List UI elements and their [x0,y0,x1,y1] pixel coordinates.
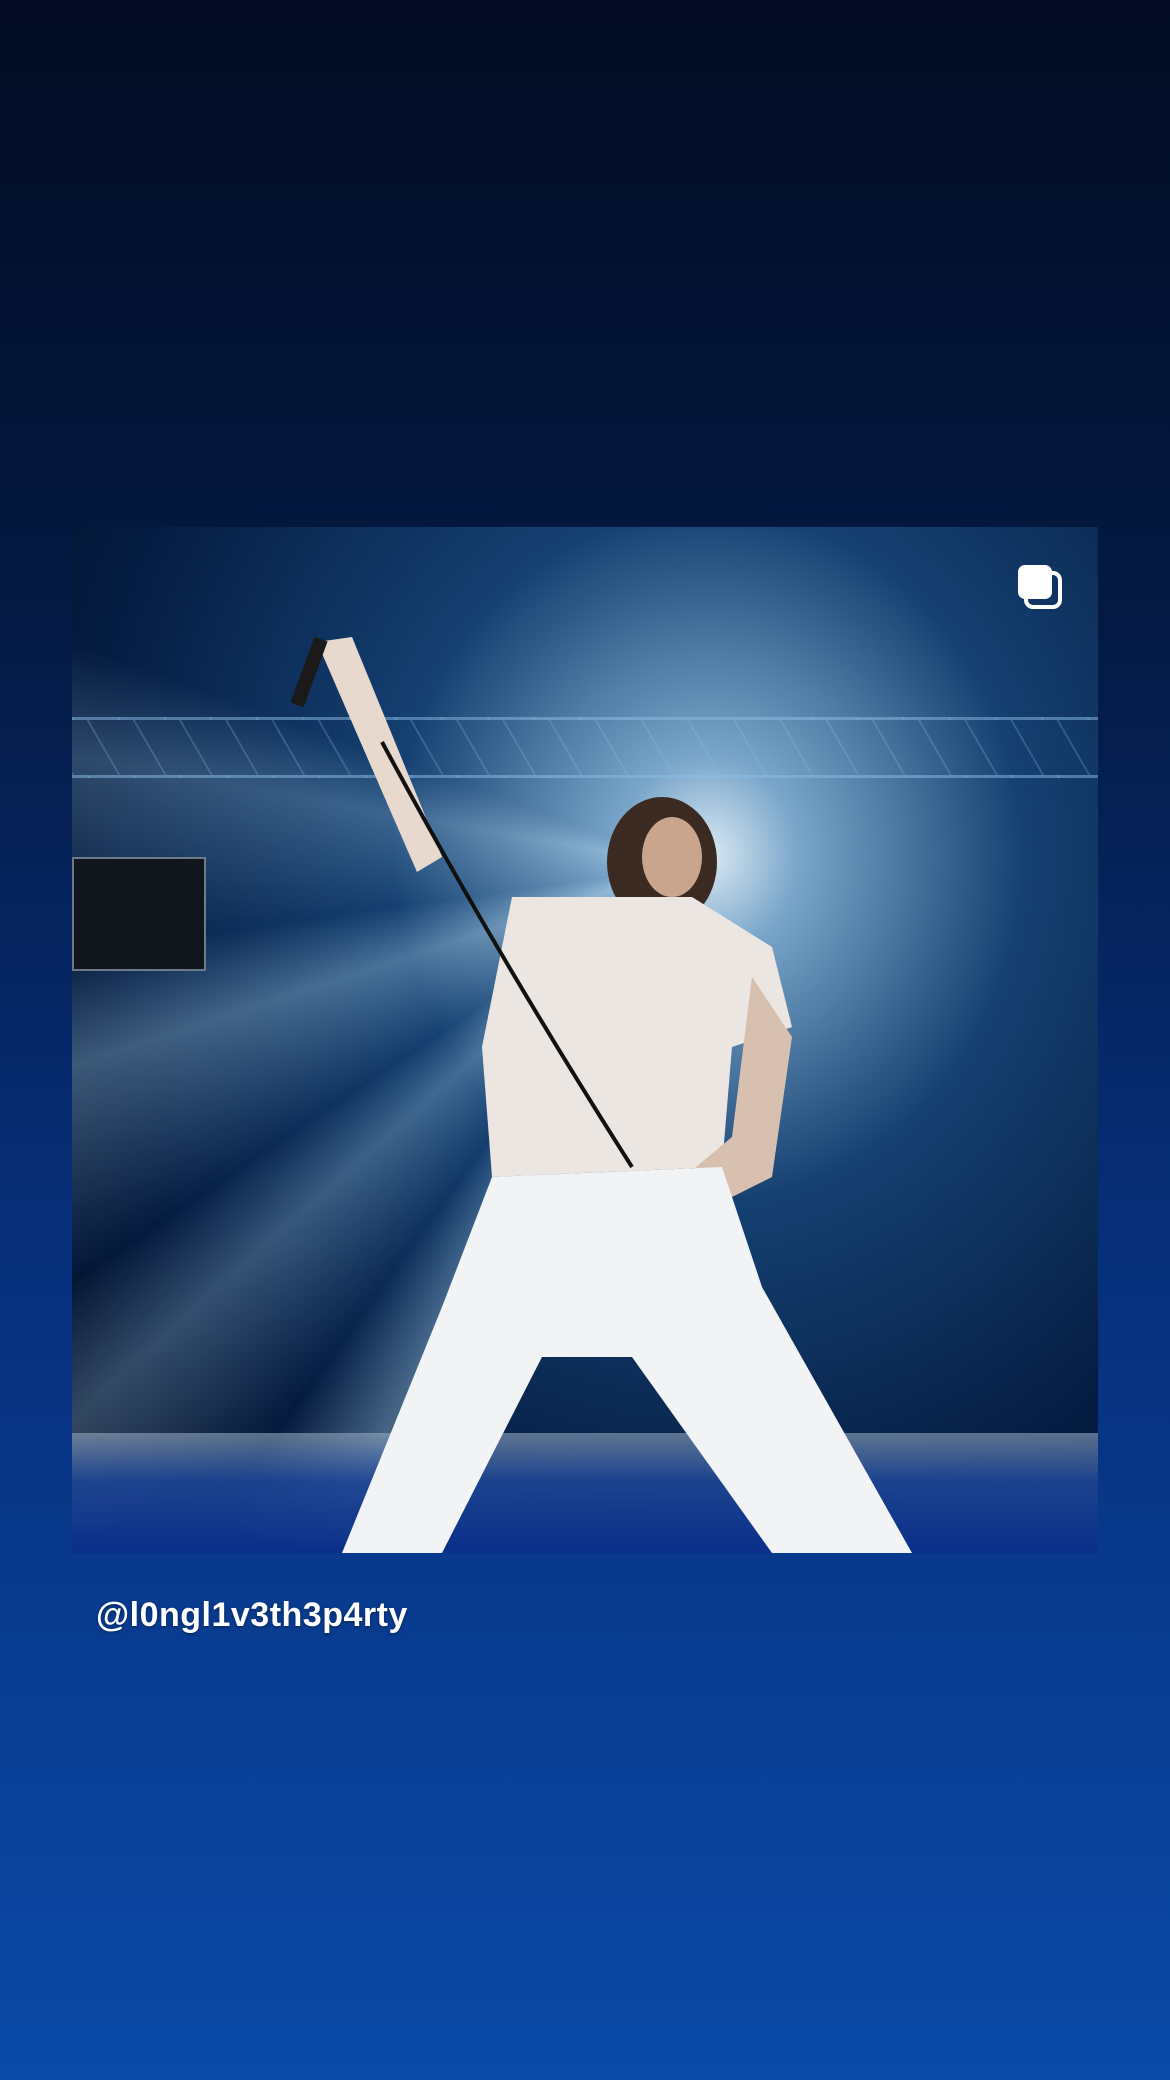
multiple-photos-icon [1018,565,1062,609]
performer-silhouette [290,636,912,1553]
shared-post-card[interactable] [72,527,1098,1553]
post-username[interactable]: @l0ngl1v3th3p4rty [96,1596,408,1635]
concert-performer-photo[interactable] [72,527,1098,1553]
